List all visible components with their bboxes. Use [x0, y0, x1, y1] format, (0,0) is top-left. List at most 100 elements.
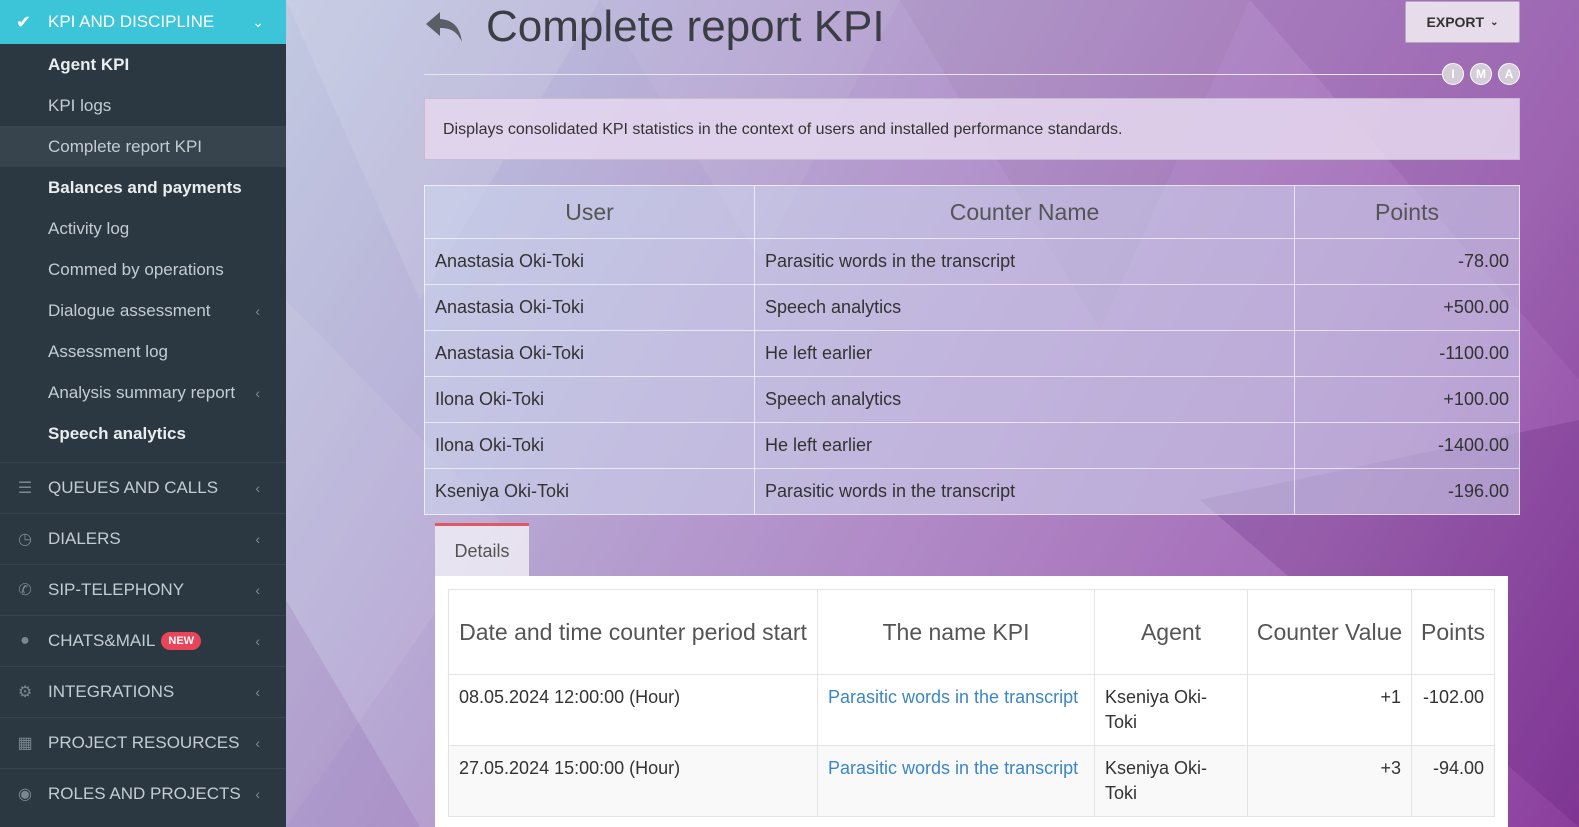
chevron-left-icon: ‹: [255, 735, 260, 751]
sidebar-group-label: CHATS&MAIL: [48, 631, 156, 650]
cell-counter-value: +3: [1247, 745, 1412, 817]
chevron-left-icon: ‹: [255, 384, 260, 401]
table-row[interactable]: Anastasia Oki-Toki Speech analytics +500…: [424, 284, 1520, 331]
kpi-link[interactable]: Parasitic words in the transcript: [828, 758, 1078, 778]
cell-counter-name: Parasitic words in the transcript: [754, 468, 1295, 515]
cell-date: 27.05.2024 15:00:00 (Hour): [448, 745, 818, 817]
mode-i-button[interactable]: I: [1442, 63, 1464, 85]
sidebar-item-speech-analytics[interactable]: Speech analytics: [0, 413, 286, 454]
mode-m-button[interactable]: M: [1470, 63, 1492, 85]
sidebar-group-queues-calls[interactable]: ☰ QUEUES AND CALLS ‹: [0, 462, 286, 513]
sidebar-group-dialers[interactable]: ◷ DIALERS ‹: [0, 513, 286, 564]
phone-icon: ✆: [18, 582, 32, 599]
chevron-left-icon: ‹: [255, 684, 260, 700]
sidebar-item-complete-report-kpi[interactable]: Complete report KPI: [0, 126, 286, 167]
cell-points: +100.00: [1294, 376, 1520, 423]
cell-counter-name: Parasitic words in the transcript: [754, 238, 1295, 285]
column-header-counter-value[interactable]: Counter Value: [1247, 589, 1412, 675]
mode-a-button[interactable]: A: [1498, 63, 1520, 85]
cell-counter-name: He left earlier: [754, 422, 1295, 469]
sidebar-item-label: Balances and payments: [48, 177, 242, 197]
sidebar-section-kpi-discipline[interactable]: ✔ KPI AND DISCIPLINE ⌄: [0, 0, 286, 44]
chevron-down-icon: ⌄: [1490, 16, 1499, 28]
chat-icon: ●: [20, 632, 30, 649]
column-header-agent[interactable]: Agent: [1094, 589, 1248, 675]
sidebar-item-balances-payments[interactable]: Balances and payments: [0, 167, 286, 208]
sidebar-group-label: INTEGRATIONS: [48, 682, 175, 701]
cell-points: -94.00: [1411, 745, 1495, 817]
check-icon: ✔: [16, 11, 32, 32]
sidebar-group-label: QUEUES AND CALLS: [48, 478, 219, 497]
sidebar-item-label: Complete report KPI: [48, 136, 203, 156]
sidebar-group-chats-mail[interactable]: ● CHATS&MAIL NEW ‹: [0, 615, 286, 666]
sidebar-group-label: DIALERS: [48, 529, 121, 548]
sidebar-item-assessment-log[interactable]: Assessment log: [0, 331, 286, 372]
chevron-left-icon: ‹: [255, 582, 260, 598]
cell-counter-value: +1: [1247, 674, 1412, 746]
sidebar-item-dialogue-assessment[interactable]: Dialogue assessment ‹: [0, 290, 286, 331]
cell-points: -196.00: [1294, 468, 1520, 515]
sidebar-group-roles-projects[interactable]: ◉ ROLES AND PROJECTS ‹: [0, 768, 286, 819]
sidebar: ✔ KPI AND DISCIPLINE ⌄ Agent KPI KPI log…: [0, 0, 286, 827]
sidebar-item-analysis-summary[interactable]: Analysis summary report ‹: [0, 372, 286, 413]
sidebar-item-agent-kpi[interactable]: Agent KPI: [0, 44, 286, 85]
sidebar-group-integrations[interactable]: ⚙ INTEGRATIONS ‹: [0, 666, 286, 717]
view-mode-switch: I M A: [1442, 63, 1520, 85]
sidebar-group-label: PROJECT RESOURCES: [48, 733, 240, 752]
cell-counter-name: Speech analytics: [754, 376, 1295, 423]
sidebar-item-label: Activity log: [48, 218, 130, 238]
cell-points: -1400.00: [1294, 422, 1520, 469]
sidebar-item-label: Analysis summary report: [48, 382, 236, 402]
sidebar-group-sip-telephony[interactable]: ✆ SIP-TELEPHONY ‹: [0, 564, 286, 615]
chevron-down-icon: ⌄: [252, 13, 264, 30]
cell-kpi-name: Parasitic words in the transcript: [817, 674, 1095, 746]
details-panel: Date and time counter period start The n…: [435, 576, 1508, 827]
column-header-points[interactable]: Points: [1411, 589, 1495, 675]
column-header-user[interactable]: User: [424, 185, 755, 239]
table-row[interactable]: 08.05.2024 12:00:00 (Hour) Parasitic wor…: [448, 674, 1495, 746]
sidebar-item-label: Dialogue assessment: [48, 300, 211, 320]
cell-user: Ilona Oki-Toki: [424, 422, 755, 469]
chevron-left-icon: ‹: [255, 531, 260, 547]
table-row[interactable]: Ilona Oki-Toki Speech analytics +100.00: [424, 376, 1520, 423]
page-title: Complete report KPI: [486, 2, 885, 51]
sidebar-group-label: SIP-TELEPHONY: [48, 580, 185, 599]
sidebar-item-label: Speech analytics: [48, 423, 186, 443]
export-label: EXPORT: [1426, 14, 1485, 30]
cell-agent: Kseniya Oki-Toki: [1094, 745, 1248, 817]
table-row[interactable]: Ilona Oki-Toki He left earlier -1400.00: [424, 422, 1520, 469]
cell-points: -78.00: [1294, 238, 1520, 285]
page-header: Complete report KPI EXPORT ⌄: [424, 0, 1520, 56]
cell-counter-name: He left earlier: [754, 330, 1295, 377]
cell-user: Ilona Oki-Toki: [424, 376, 755, 423]
cell-date: 08.05.2024 12:00:00 (Hour): [448, 674, 818, 746]
column-header-date[interactable]: Date and time counter period start: [448, 589, 818, 675]
table-row[interactable]: Anastasia Oki-Toki He left earlier -1100…: [424, 330, 1520, 377]
kpi-link[interactable]: Parasitic words in the transcript: [828, 687, 1078, 707]
chevron-left-icon: ‹: [255, 786, 260, 802]
table-row[interactable]: Kseniya Oki-Toki Parasitic words in the …: [424, 468, 1520, 515]
sidebar-group-project-resources[interactable]: ▦ PROJECT RESOURCES ‹: [0, 717, 286, 768]
main-content: Complete report KPI EXPORT ⌄ I M A Displ…: [424, 0, 1520, 827]
column-header-kpi-name[interactable]: The name KPI: [817, 589, 1095, 675]
cell-points: -1100.00: [1294, 330, 1520, 377]
table-row[interactable]: Anastasia Oki-Toki Parasitic words in th…: [424, 238, 1520, 285]
tab-details[interactable]: Details: [435, 523, 529, 576]
cell-agent: Kseniya Oki-Toki: [1094, 674, 1248, 746]
sidebar-item-label: Assessment log: [48, 341, 168, 361]
back-arrow-icon[interactable]: [424, 6, 464, 46]
column-header-points[interactable]: Points: [1294, 185, 1520, 239]
sidebar-section-label: KPI AND DISCIPLINE: [48, 12, 215, 31]
sidebar-item-activity-log[interactable]: Activity log: [0, 208, 286, 249]
list-icon: ☰: [17, 480, 33, 497]
cell-points: +500.00: [1294, 284, 1520, 331]
chevron-left-icon: ‹: [255, 480, 260, 496]
export-button[interactable]: EXPORT ⌄: [1405, 1, 1520, 43]
table-row[interactable]: 27.05.2024 15:00:00 (Hour) Parasitic wor…: [448, 745, 1495, 817]
chevron-left-icon: ‹: [255, 302, 260, 319]
cell-points: -102.00: [1411, 674, 1495, 746]
clock-icon: ◷: [18, 531, 32, 548]
sidebar-item-commed-operations[interactable]: Commed by operations: [0, 249, 286, 290]
sidebar-item-kpi-logs[interactable]: KPI logs: [0, 85, 286, 126]
column-header-counter-name[interactable]: Counter Name: [754, 185, 1295, 239]
